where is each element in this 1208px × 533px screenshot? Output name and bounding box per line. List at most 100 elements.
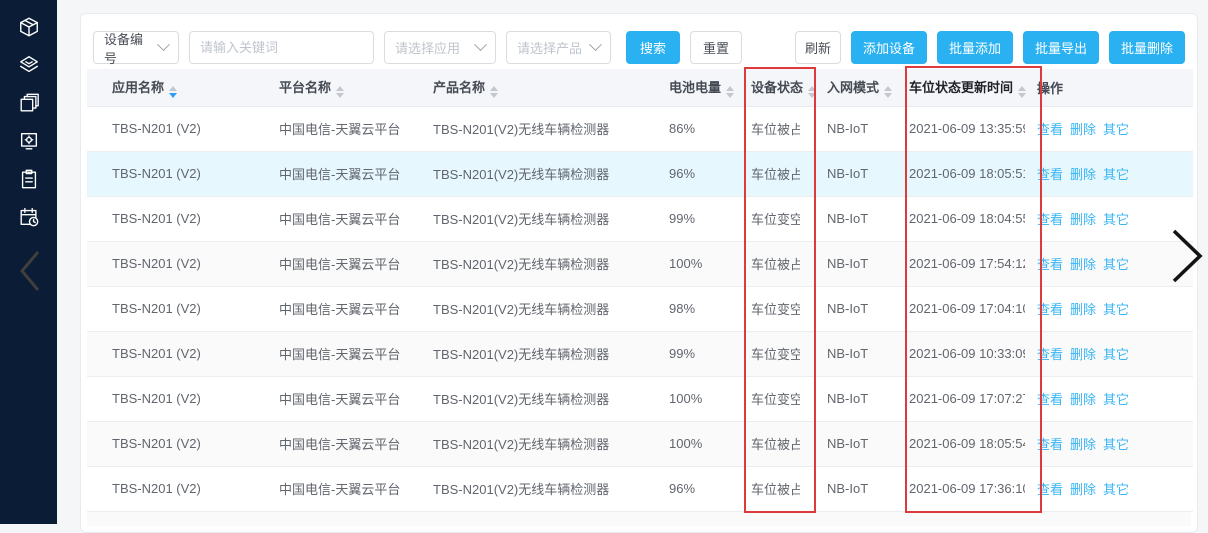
other-link[interactable]: 其它 — [1103, 347, 1129, 362]
cell-product-name: TBS-N201(V2)无线车辆检测器 — [417, 286, 642, 331]
view-link[interactable]: 查看 — [1037, 257, 1063, 272]
sort-caret-icon[interactable] — [169, 86, 177, 98]
cell-network-mode: NB-IoT — [800, 376, 885, 421]
clipboard-icon[interactable] — [16, 166, 42, 192]
delete-link[interactable]: 删除 — [1070, 167, 1096, 182]
cell-platform-name: 中国电信-天翼云平台 — [262, 466, 417, 511]
cell-platform-name: 中国电信-天翼云平台 — [262, 151, 417, 196]
sort-caret-icon[interactable] — [808, 86, 816, 98]
search-button[interactable]: 搜索 — [626, 31, 680, 64]
cell-update-time: 2021-06-09 17:07:27 — [885, 376, 1025, 421]
view-link[interactable]: 查看 — [1037, 167, 1063, 182]
view-link[interactable]: 查看 — [1037, 347, 1063, 362]
delete-link[interactable]: 删除 — [1070, 482, 1096, 497]
delete-link[interactable]: 删除 — [1070, 302, 1096, 317]
column-header[interactable]: 设备状态 — [724, 69, 800, 106]
cell-app-name: TBS-N201 (V2) — [87, 421, 262, 466]
column-header-label: 应用名称 — [112, 80, 164, 95]
add-device-button[interactable]: 添加设备 — [851, 31, 927, 64]
search-field-select[interactable]: 设备编号 — [93, 31, 179, 64]
other-link[interactable]: 其它 — [1103, 482, 1129, 497]
delete-link[interactable]: 删除 — [1070, 257, 1096, 272]
sidebar-collapse-chevron-icon[interactable] — [16, 248, 42, 299]
column-header[interactable]: 平台名称 — [262, 69, 417, 106]
calendar-clock-icon[interactable] — [16, 204, 42, 230]
cell-app-name: TBS-N201 (V2) — [87, 241, 262, 286]
cell-product-name: TBS-N201(V2)无线车辆检测器 — [417, 466, 642, 511]
sort-caret-icon[interactable] — [726, 86, 734, 98]
cell-update-time: 2021-06-09 18:05:54 — [885, 421, 1025, 466]
cell-actions: 查看删除其它 — [1025, 376, 1193, 421]
cell-app-name: TBS-N201 (V2) — [87, 196, 262, 241]
view-link[interactable]: 查看 — [1037, 437, 1063, 452]
delete-link[interactable]: 删除 — [1070, 437, 1096, 452]
column-header[interactable]: 产品名称 — [417, 69, 642, 106]
delete-link[interactable]: 删除 — [1070, 392, 1096, 407]
layers-icon[interactable] — [16, 52, 42, 78]
view-link[interactable]: 查看 — [1037, 212, 1063, 227]
delete-link[interactable]: 删除 — [1070, 122, 1096, 137]
other-link[interactable]: 其它 — [1103, 392, 1129, 407]
refresh-button[interactable]: 刷新 — [795, 31, 841, 64]
cell-update-time: 2021-06-09 10:33:09 — [885, 331, 1025, 376]
monitor-gear-icon[interactable] — [16, 128, 42, 154]
view-link[interactable]: 查看 — [1037, 122, 1063, 137]
cell-product-name: TBS-N201(V2)无线车辆检测器 — [417, 331, 642, 376]
other-link[interactable]: 其它 — [1103, 302, 1129, 317]
table-row: TBS-N201 (V2) 中国电信-天翼云平台 TBS-N201(V2)无线车… — [87, 331, 1193, 376]
cell-battery-level: 99% — [642, 331, 724, 376]
cell-device-status: 车位被占 — [724, 466, 800, 511]
next-page-arrow[interactable] — [1170, 228, 1204, 284]
cell-battery-level: 100% — [642, 421, 724, 466]
keyword-input[interactable] — [200, 40, 363, 55]
column-header-label: 平台名称 — [279, 80, 331, 95]
cell-device-status: 车位被占 — [724, 241, 800, 286]
chevron-down-icon — [589, 38, 602, 51]
product-select[interactable]: 请选择产品 — [506, 31, 611, 64]
cell-product-name: TBS-N201(V2)无线车辆检测器 — [417, 151, 642, 196]
batch-delete-button[interactable]: 批量删除 — [1109, 31, 1185, 64]
column-header[interactable]: 应用名称 — [87, 69, 262, 106]
delete-link[interactable]: 删除 — [1070, 347, 1096, 362]
other-link[interactable]: 其它 — [1103, 437, 1129, 452]
cell-network-mode: NB-IoT — [800, 106, 885, 151]
sidebar — [0, 0, 57, 524]
cell-platform-name: 中国电信-天翼云平台 — [262, 331, 417, 376]
column-header[interactable]: 电池电量 — [642, 69, 724, 106]
reset-button[interactable]: 重置 — [690, 31, 742, 64]
application-select[interactable]: 请选择应用 — [384, 31, 496, 64]
sort-caret-icon[interactable] — [336, 86, 344, 98]
cell-actions: 查看删除其它 — [1025, 106, 1193, 151]
sort-caret-icon[interactable] — [1018, 86, 1026, 98]
copies-icon[interactable] — [16, 90, 42, 116]
other-link[interactable]: 其它 — [1103, 167, 1129, 182]
cube-icon[interactable] — [16, 14, 42, 40]
table-row: TBS-N201 (V2) 中国电信-天翼云平台 TBS-N201(V2)无线车… — [87, 286, 1193, 331]
column-header-label: 车位状态更新时间 — [909, 80, 1013, 95]
content-card: 设备编号 请选择应用 请选择产品 搜索 重置 刷新 添加设备 批量添加 批量导出… — [80, 13, 1198, 533]
view-link[interactable]: 查看 — [1037, 302, 1063, 317]
cell-product-name: TBS-N201(V2)无线车辆检测器 — [417, 196, 642, 241]
cell-network-mode: NB-IoT — [800, 241, 885, 286]
other-link[interactable]: 其它 — [1103, 122, 1129, 137]
sort-caret-icon[interactable] — [884, 86, 892, 98]
cell-device-status: 车位变空 — [724, 331, 800, 376]
other-link[interactable]: 其它 — [1103, 257, 1129, 272]
other-link[interactable]: 其它 — [1103, 212, 1129, 227]
column-header[interactable]: 车位状态更新时间 — [885, 69, 1025, 106]
cell-actions: 查看删除其它 — [1025, 241, 1193, 286]
view-link[interactable]: 查看 — [1037, 392, 1063, 407]
cell-device-status: 车位被占 — [724, 421, 800, 466]
column-header-label: 电池电量 — [669, 80, 721, 95]
sort-caret-icon[interactable] — [490, 86, 498, 98]
cell-product-name: TBS-N201(V2)无线车辆检测器 — [417, 106, 642, 151]
batch-export-button[interactable]: 批量导出 — [1023, 31, 1099, 64]
table-row: TBS-N201 (V2) 中国电信-天翼云平台 TBS-N201(V2)无线车… — [87, 151, 1193, 196]
delete-link[interactable]: 删除 — [1070, 212, 1096, 227]
cell-actions: 查看删除其它 — [1025, 286, 1193, 331]
batch-add-button[interactable]: 批量添加 — [937, 31, 1013, 64]
cell-update-time: 2021-06-09 18:04:55 — [885, 196, 1025, 241]
view-link[interactable]: 查看 — [1037, 482, 1063, 497]
chevron-down-icon — [157, 38, 170, 51]
application-select-placeholder: 请选择应用 — [395, 38, 460, 57]
